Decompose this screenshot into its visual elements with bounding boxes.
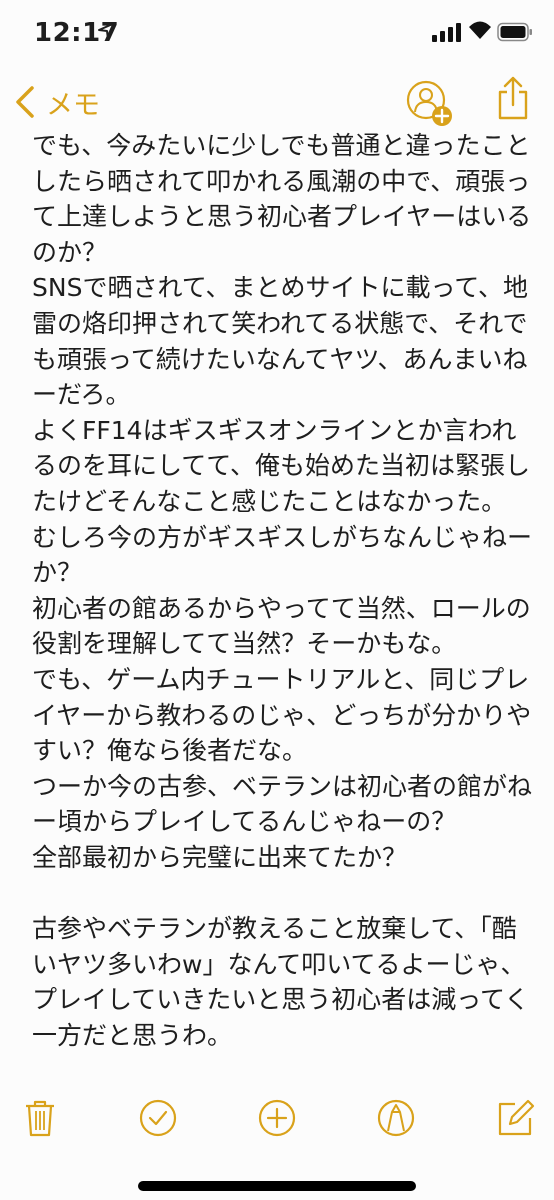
note-paragraph: つーか今の古参、ベテランは初心者の館がねー頃からプレイしてるんじゃねーの？: [32, 771, 533, 837]
markup-icon[interactable]: [376, 1098, 416, 1138]
compose-icon[interactable]: [495, 1098, 535, 1138]
back-label: メモ: [46, 89, 100, 121]
note-paragraph: でも、今みたいに少しでも普通と違ったことしたら晒されて叩かれる風潮の中で、頑張っ…: [32, 131, 532, 267]
note-paragraph: 古参やベテランが教えること放棄して、「酷いヤツ多いわw」なんて叩いてるよーじゃ、…: [32, 914, 530, 1050]
status-bar: 12:17: [0, 0, 554, 66]
note-paragraph: 初心者の館あるからやってて当然、ロールの役割を理解してて当然？そーかもな。: [32, 593, 531, 659]
trash-icon[interactable]: [20, 1098, 60, 1138]
navigation-bar: メモ: [0, 66, 554, 132]
note-paragraph: SNSで晒されて、まとめサイトに載って、地雷の烙印押されて笑われてる状態で、それ…: [32, 273, 528, 410]
chevron-left-icon: [16, 86, 34, 118]
note-paragraph: むしろ今の方がギスギスしがちなんじゃねーか？: [32, 522, 533, 588]
note-paragraph: でも、ゲーム内チュートリアルと、同じプレイヤーから教わるのじゃ、どっちが分かりや…: [32, 664, 532, 766]
battery-icon: [497, 22, 532, 42]
location-arrow-icon: [98, 22, 116, 40]
checklist-icon[interactable]: [138, 1098, 178, 1138]
note-paragraph: 全部最初から完璧に出来てたか？: [32, 842, 408, 872]
wifi-icon: [469, 21, 491, 39]
note-body[interactable]: でも、今みたいに少しでも普通と違ったことしたら晒されて叩かれる風潮の中で、頑張っ…: [32, 128, 532, 1053]
bottom-toolbar: [0, 1088, 554, 1148]
add-person-icon[interactable]: [404, 78, 454, 128]
home-indicator[interactable]: [138, 1181, 416, 1191]
add-icon[interactable]: [257, 1098, 297, 1138]
back-button[interactable]: メモ: [14, 82, 100, 122]
cellular-signal-icon: [432, 23, 461, 42]
share-icon[interactable]: [498, 76, 528, 120]
note-paragraph: よくFF14はギスギスオンラインとか言われるのを耳にしてて、俺も始めた当初は緊張…: [32, 415, 531, 516]
